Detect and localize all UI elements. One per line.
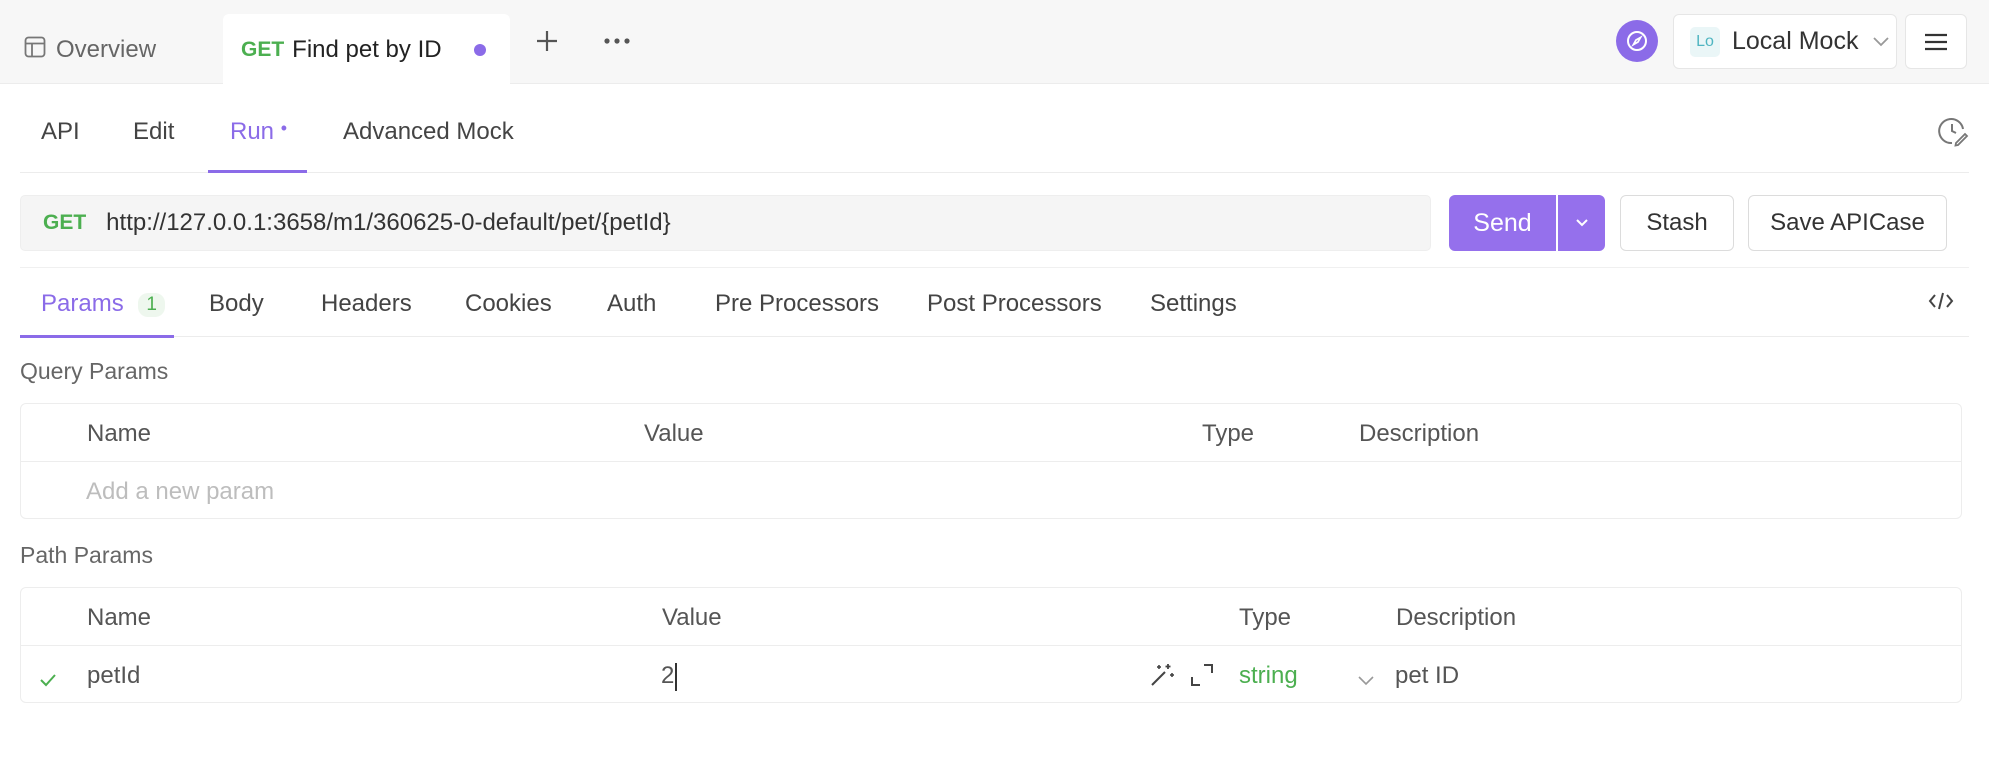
tab-overview[interactable]: Overview [24,28,156,72]
subtab-edit[interactable]: Edit [133,118,174,146]
column-value: Value [644,420,704,447]
environment-select[interactable]: Lo Local Mock [1673,14,1897,69]
tab-pre-processors[interactable]: Pre Processors [715,290,879,318]
subtab-advanced-mock[interactable]: Advanced Mock [343,118,514,146]
query-params-table: Name Value Type Description Add a new pa… [20,403,1962,519]
menu-button[interactable] [1905,14,1967,69]
request-tabs: Params 1 Body Headers Cookies Auth Pre P… [20,267,1969,338]
param-type: string [1239,662,1298,689]
path-params-title: Path Params [20,542,153,568]
param-value: 2 [661,662,675,689]
new-tab-button[interactable] [530,24,564,58]
tab-cookies[interactable]: Cookies [465,290,552,318]
tab-params[interactable]: Params 1 [41,290,165,318]
param-type-select[interactable]: string [1239,662,1298,690]
tab-headers[interactable]: Headers [321,290,412,318]
top-tab-bar: Overview GET Find pet by ID Lo Local Moc… [0,0,1989,85]
table-header-row: Name Value Type Description [21,404,1961,461]
method-badge: GET [241,37,285,61]
plus-icon [537,31,557,51]
tab-params-label: Params [41,290,124,317]
ellipsis-icon [604,38,630,44]
column-type: Type [1202,420,1255,447]
add-param-placeholder[interactable]: Add a new param [86,478,274,506]
subtab-run-label: Run [230,118,275,145]
more-tabs-button[interactable] [600,24,634,58]
check-icon [40,674,56,687]
column-name: Name [87,604,152,631]
chevron-down-icon [1873,36,1890,46]
run-modified-dot: • [280,118,288,138]
env-badge: Lo [1690,26,1720,57]
env-name: Local Mock [1732,27,1859,55]
table-header-row: Name Value Type Description [21,588,1961,645]
params-count-badge: 1 [138,292,165,317]
magic-wand-icon[interactable] [1149,662,1175,695]
active-reqtab-indicator [20,335,174,338]
param-name[interactable]: petId [87,662,140,690]
sync-status-button[interactable] [1616,20,1658,62]
text-cursor [675,662,678,691]
tab-overview-label: Overview [56,36,157,63]
history-edit-icon[interactable] [1935,114,1969,153]
column-description: Description [1359,420,1480,447]
param-description[interactable]: pet ID [1395,662,1459,690]
add-param-row[interactable]: Add a new param [21,461,1961,518]
active-subtab-indicator [208,170,307,173]
tab-post-processors[interactable]: Post Processors [927,290,1102,318]
tab-title: Find pet by ID [292,35,442,63]
path-params-table: Name Value Type Description petId 2 stri… [20,587,1962,703]
code-icon[interactable] [1928,290,1954,317]
column-name: Name [87,420,152,447]
url-bar[interactable]: GET http://127.0.0.1:3658/m1/360625-0-de… [20,195,1431,251]
request-url[interactable]: http://127.0.0.1:3658/m1/360625-0-defaul… [106,209,670,237]
tab-auth[interactable]: Auth [607,290,656,318]
layout-icon [24,36,46,65]
send-options-button[interactable] [1558,195,1605,251]
compass-icon [1627,31,1647,51]
subtab-run[interactable]: Run • [230,118,287,146]
param-value-input[interactable]: 2 [661,662,678,691]
send-button[interactable]: Send [1449,195,1556,251]
tab-find-pet-by-id[interactable]: GET Find pet by ID [223,14,510,85]
hamburger-icon [1925,33,1947,50]
save-apicase-button[interactable]: Save APICase [1748,195,1947,251]
expand-icon[interactable] [1189,662,1215,695]
chevron-down-icon [1575,219,1588,227]
request-method[interactable]: GET [43,211,86,235]
subtab-api[interactable]: API [41,118,80,146]
column-value: Value [662,604,722,631]
unsaved-indicator [474,44,486,56]
chevron-down-icon[interactable] [1357,666,1375,694]
tab-body[interactable]: Body [209,290,264,318]
column-type: Type [1239,604,1292,631]
stash-button[interactable]: Stash [1620,195,1734,251]
table-row: petId 2 string pet ID [21,645,1961,702]
param-enabled-checkbox[interactable] [39,666,57,694]
api-subtabs: API Edit Run • Advanced Mock [20,84,1969,173]
tab-settings[interactable]: Settings [1150,290,1237,318]
column-description: Description [1396,604,1517,631]
query-params-title: Query Params [20,358,169,384]
